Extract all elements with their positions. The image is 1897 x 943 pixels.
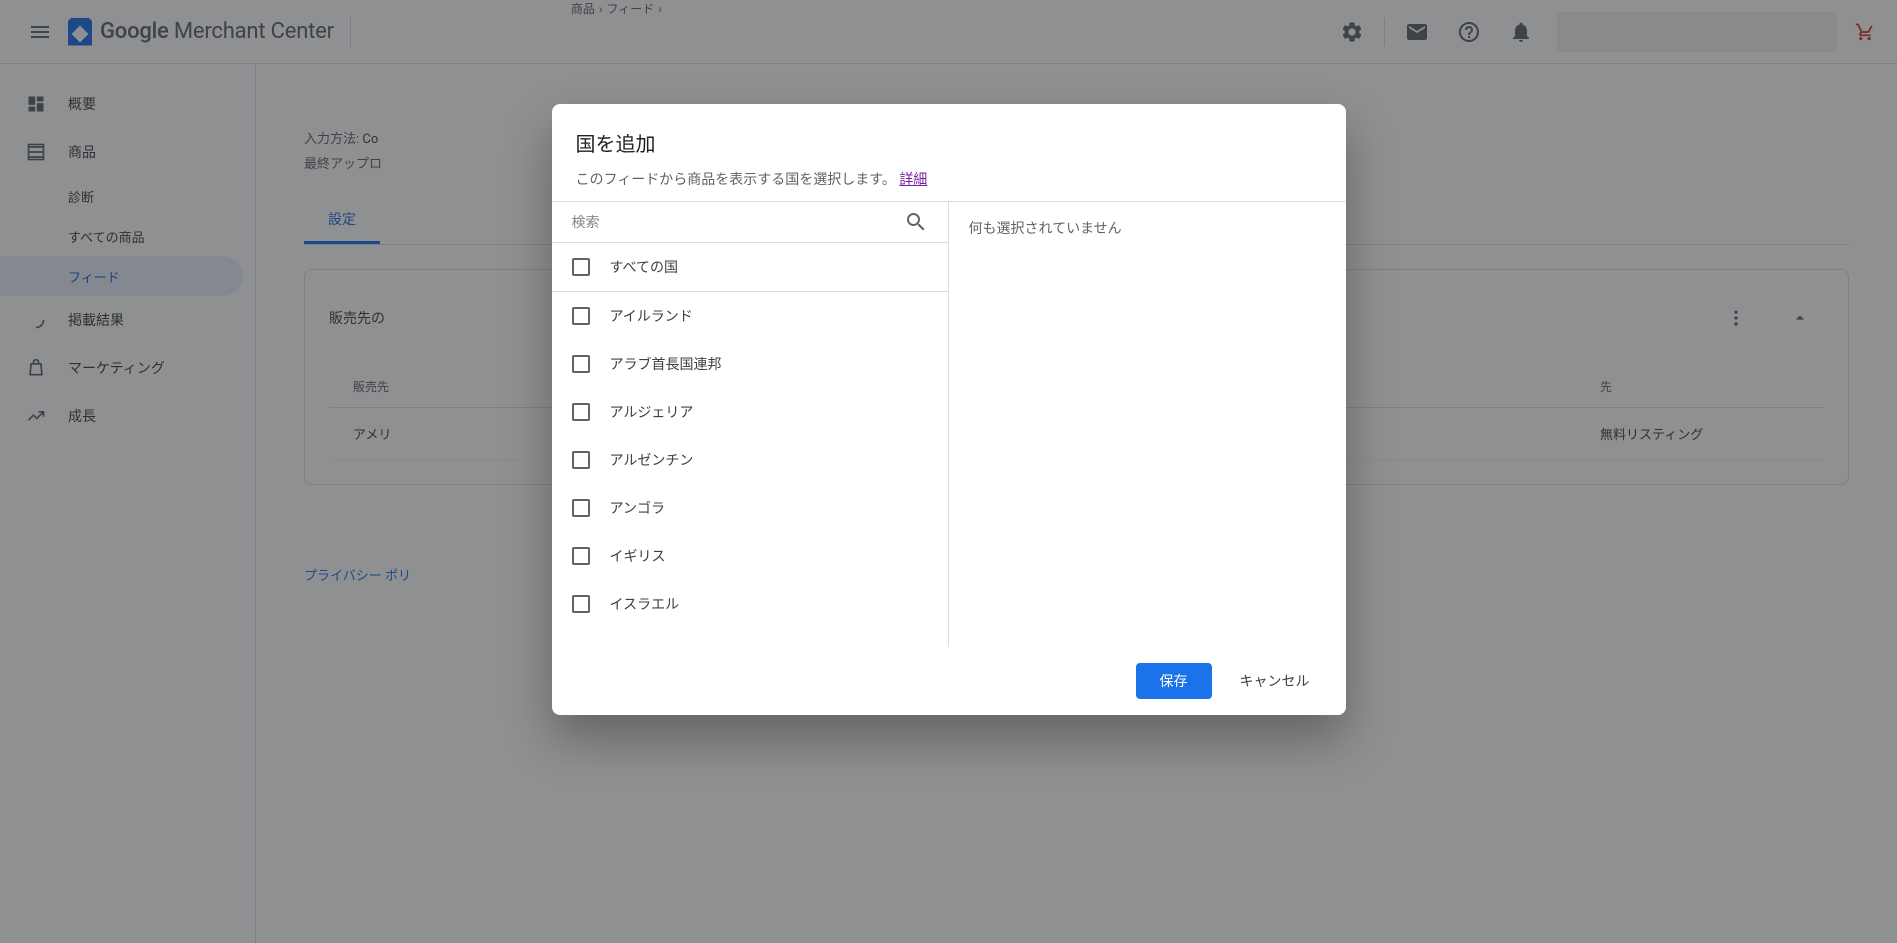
select-all-row[interactable]: すべての国 [552,243,948,292]
empty-selection-text: 何も選択されていません [969,221,1122,237]
country-row[interactable]: アイルランド [552,292,948,340]
add-country-dialog: 国を追加 このフィードから商品を表示する国を選択します。 詳細 すべての国 アイ… [552,104,1346,715]
checkbox[interactable] [572,307,590,325]
country-row[interactable]: イスラエル [552,580,948,628]
dialog-header: 国を追加 このフィードから商品を表示する国を選択します。 詳細 [552,104,1346,201]
country-label: アラブ首長国連邦 [610,354,722,374]
dialog-body: すべての国 アイルランド アラブ首長国連邦 アルジェリア アルゼンチン [552,201,1346,647]
country-list[interactable]: アイルランド アラブ首長国連邦 アルジェリア アルゼンチン アンゴラ [552,292,948,647]
country-row[interactable]: アラブ首長国連邦 [552,340,948,388]
country-row[interactable]: アルジェリア [552,388,948,436]
checkbox[interactable] [572,547,590,565]
cancel-button[interactable]: キャンセル [1228,663,1322,699]
selected-panel: 何も選択されていません [949,202,1346,647]
dialog-footer: 保存 キャンセル [552,647,1346,715]
search-row [552,202,948,243]
select-all-label: すべての国 [610,257,678,277]
search-icon[interactable] [904,210,928,234]
country-label: アルゼンチン [610,450,694,470]
country-label: アンゴラ [610,498,665,518]
save-button[interactable]: 保存 [1136,663,1212,699]
dialog-description: このフィードから商品を表示する国を選択します。 詳細 [576,169,1322,189]
country-picker-panel: すべての国 アイルランド アラブ首長国連邦 アルジェリア アルゼンチン [552,202,949,647]
checkbox[interactable] [572,451,590,469]
checkbox[interactable] [572,403,590,421]
checkbox[interactable] [572,258,590,276]
country-row[interactable]: アンゴラ [552,484,948,532]
country-label: イギリス [610,546,666,566]
country-label: アイルランド [610,306,693,326]
desc-text: このフィードから商品を表示する国を選択します。 [576,172,896,188]
learn-more-link[interactable]: 詳細 [899,172,927,188]
dialog-title: 国を追加 [576,128,1322,157]
search-input[interactable] [572,214,904,230]
country-row[interactable]: イギリス [552,532,948,580]
checkbox[interactable] [572,355,590,373]
checkbox[interactable] [572,595,590,613]
country-row[interactable]: アルゼンチン [552,436,948,484]
country-label: イスラエル [610,594,680,614]
checkbox[interactable] [572,499,590,517]
country-label: アルジェリア [610,402,694,422]
